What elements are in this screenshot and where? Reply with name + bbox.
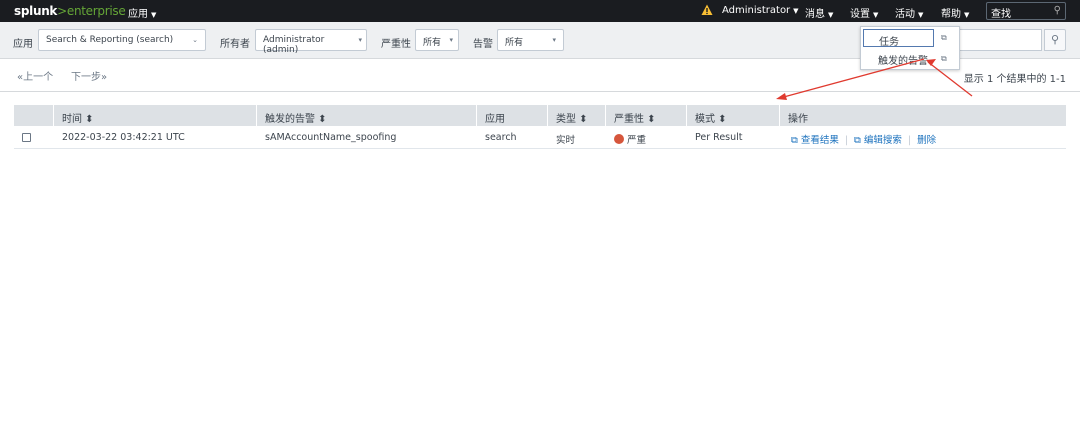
alert-filter-label: 告警 — [473, 39, 493, 50]
alert-filter-value: 所有 — [505, 38, 524, 48]
caret-down-icon: ▾ — [449, 36, 453, 44]
caret-down-icon: ▼ — [918, 11, 924, 19]
header-actions: 操作 — [780, 105, 1066, 126]
view-results-label: 查看结果 — [800, 135, 839, 146]
header-type-label: 类型 ⬍ — [556, 114, 588, 125]
global-search-input[interactable]: 查找 ⚲ — [986, 2, 1066, 20]
search-icon: ⚲ — [1050, 33, 1060, 46]
severity-critical-icon — [614, 134, 624, 144]
messages-menu-label: 消息 — [805, 9, 825, 20]
divider — [0, 91, 1080, 92]
search-button[interactable]: ⚲ — [1044, 29, 1066, 51]
cell-actions: ⧉ 查看结果 | ⧉ 编辑搜索 | 删除 — [791, 132, 936, 146]
results-count: 显示 1 个结果中的 1-1 — [963, 74, 1066, 85]
severity-filter-value: 所有 — [423, 38, 442, 48]
cell-severity: 严重 — [614, 132, 646, 146]
caret-down-icon: ▼ — [151, 11, 157, 19]
header-app: 应用 — [477, 105, 548, 126]
owner-filter-label: 所有者 — [220, 39, 250, 50]
settings-menu[interactable]: 设置 ▼ — [850, 5, 878, 20]
help-menu[interactable]: 帮助 ▼ — [941, 5, 969, 20]
delete-link[interactable]: 删除 — [917, 135, 936, 146]
header-mode[interactable]: 模式 ⬍ — [687, 105, 780, 126]
menu-item-jobs-label: 任务 — [879, 37, 899, 48]
header-select — [14, 105, 54, 126]
next-page-link[interactable]: 下一步» — [71, 68, 107, 83]
logo-separator: > — [57, 4, 67, 18]
edit-search-link[interactable]: ⧉ 编辑搜索 — [854, 135, 902, 146]
logo-text: splunk — [14, 4, 58, 18]
cell-mode: Per Result — [695, 132, 743, 143]
header-time-label: 时间 ⬍ — [62, 114, 94, 125]
severity-label: 严重 — [627, 135, 647, 146]
activity-menu-label: 活动 — [895, 9, 915, 20]
warning-icon[interactable] — [701, 4, 713, 16]
caret-down-icon: ▼ — [828, 11, 834, 19]
edit-search-label: 编辑搜索 — [863, 135, 902, 146]
caret-down-icon: ▼ — [873, 11, 879, 19]
severity-filter-label: 严重性 — [381, 39, 411, 50]
alert-search-input[interactable] — [952, 29, 1042, 51]
header-alert-label: 触发的告警 ⬍ — [265, 114, 327, 125]
caret-down-icon: ▾ — [552, 36, 556, 44]
external-link-icon[interactable]: ⧉ — [941, 54, 947, 64]
chevron-down-icon: ⌄ — [192, 36, 198, 44]
view-results-link[interactable]: ⧉ 查看结果 — [791, 135, 839, 146]
search-placeholder: 查找 — [991, 9, 1011, 20]
activity-menu[interactable]: 活动 ▼ — [895, 5, 923, 20]
header-severity[interactable]: 严重性 ⬍ — [606, 105, 687, 126]
logo-product: enterprise — [66, 4, 126, 18]
external-link-icon: ⧉ — [854, 135, 864, 146]
cell-type: 实时 — [556, 135, 576, 146]
severity-filter-select[interactable]: 所有 ▾ — [415, 29, 459, 51]
header-type[interactable]: 类型 ⬍ — [548, 105, 606, 126]
header-app-label: 应用 — [485, 114, 505, 125]
search-icon: ⚲ — [1053, 5, 1061, 16]
app-filter-value: Search & Reporting (search) — [46, 35, 174, 45]
user-menu[interactable]: Administrator ▼ — [722, 5, 799, 16]
help-menu-label: 帮助 — [941, 9, 961, 20]
splunk-logo[interactable]: splunk>enterprise — [14, 4, 126, 18]
menu-item-triggered-alerts-label: 触发的告警 — [878, 56, 928, 67]
caret-down-icon: ▾ — [358, 36, 362, 44]
cell-app: search — [485, 132, 517, 143]
menu-item-triggered-alerts[interactable]: 触发的告警 — [863, 49, 934, 67]
cell-alert-name: sAMAccountName_spoofing — [265, 132, 397, 143]
header-severity-label: 严重性 ⬍ — [614, 114, 656, 125]
prev-page-link[interactable]: «上一个 — [17, 68, 53, 83]
owner-filter-value: Administrator (admin) — [263, 35, 325, 55]
caret-down-icon: ▼ — [964, 11, 970, 19]
top-navigation-bar: splunk>enterprise 应用 ▼ Administrator ▼ 消息 ▼… — [0, 0, 1080, 22]
arrow-head-icon — [776, 93, 787, 100]
external-link-icon[interactable]: ⧉ — [941, 33, 947, 43]
caret-down-icon: ▼ — [793, 7, 799, 15]
header-actions-label: 操作 — [788, 114, 808, 125]
table-row: 2022-03-22 03:42:21 UTC sAMAccountName_s… — [14, 126, 1066, 149]
action-separator: | — [844, 135, 849, 146]
settings-menu-label: 设置 — [850, 9, 870, 20]
header-mode-label: 模式 ⬍ — [695, 114, 727, 125]
external-link-icon: ⧉ — [791, 135, 801, 146]
cell-time: 2022-03-22 03:42:21 UTC — [62, 132, 185, 143]
apps-menu-label: 应用 — [128, 9, 148, 20]
owner-filter-select[interactable]: Administrator (admin) ▾ — [255, 29, 367, 55]
menu-item-jobs[interactable]: 任务 — [863, 29, 934, 48]
apps-menu[interactable]: 应用 ▼ — [128, 5, 156, 20]
header-time[interactable]: 时间 ⬍ — [54, 105, 257, 126]
activity-dropdown-menu: 任务 ⧉ 触发的告警 ⧉ — [860, 26, 960, 70]
user-menu-label: Administrator — [722, 5, 791, 16]
messages-menu[interactable]: 消息 ▼ — [805, 5, 833, 20]
header-triggered-alert[interactable]: 触发的告警 ⬍ — [257, 105, 477, 126]
app-filter-select[interactable]: Search & Reporting (search) ⌄ — [38, 29, 206, 51]
row-checkbox[interactable] — [22, 133, 31, 142]
action-separator: | — [907, 135, 912, 146]
alert-filter-select[interactable]: 所有 ▾ — [497, 29, 564, 51]
app-filter-label: 应用 — [13, 39, 33, 50]
table-header: 时间 ⬍ 触发的告警 ⬍ 应用 类型 ⬍ 严重性 ⬍ 模式 ⬍ 操作 — [14, 105, 1066, 126]
